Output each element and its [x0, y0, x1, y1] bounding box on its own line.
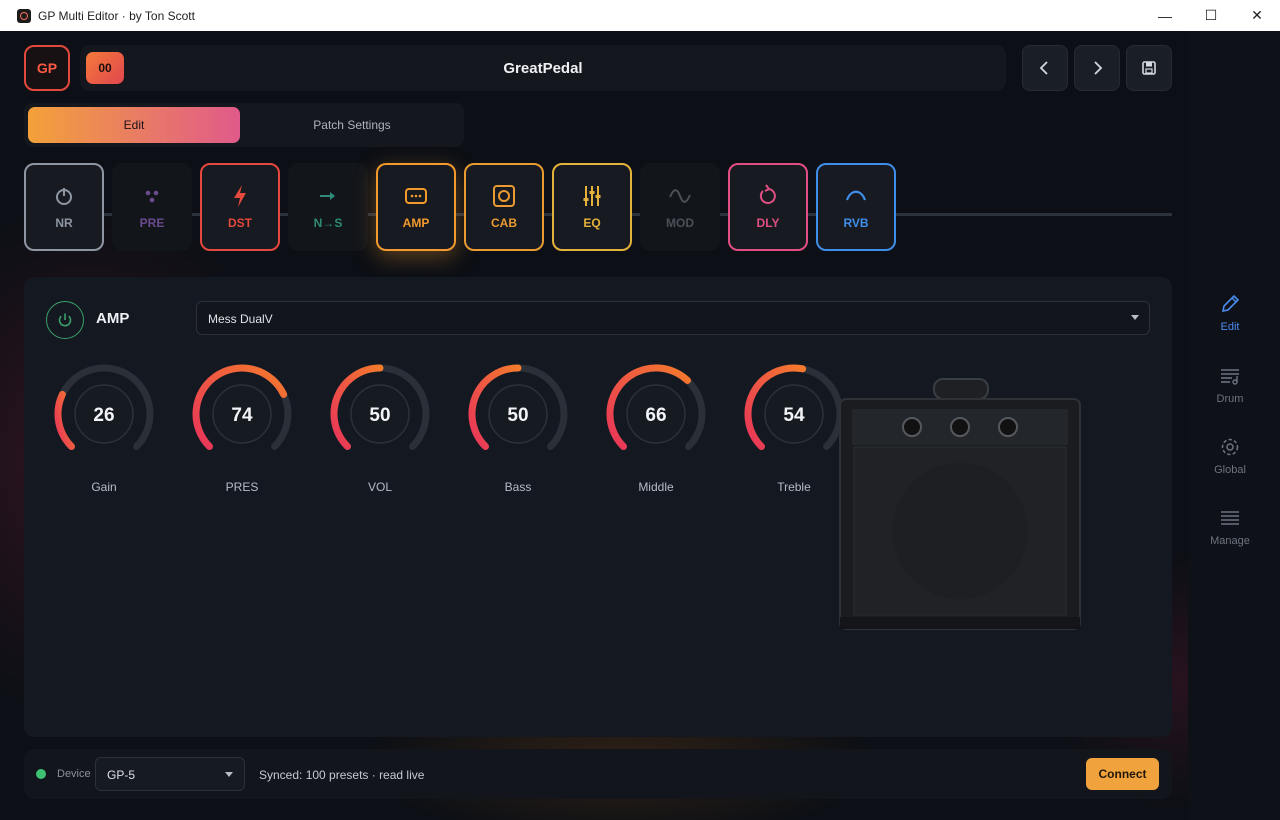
- pencil-icon: [1221, 294, 1240, 313]
- chain-block-label: PRE: [139, 216, 165, 230]
- chain-block-label: AMP: [402, 216, 430, 230]
- arc-icon: [844, 183, 868, 209]
- close-button[interactable]: ✕: [1234, 0, 1280, 31]
- window-titlebar: GP Multi Editor · by Ton Scott — ☐ ✕: [0, 0, 1280, 31]
- right-rail: Edit Drum Global Manage: [1188, 31, 1280, 820]
- chain-block-dst[interactable]: DST: [200, 163, 280, 251]
- rail-item-manage[interactable]: Manage: [1188, 507, 1272, 547]
- device-value: GP-5: [107, 768, 136, 782]
- tab-edit[interactable]: Edit: [28, 107, 240, 143]
- chain-block-eq[interactable]: EQ: [552, 163, 632, 251]
- chevron-down-icon: [1131, 315, 1139, 320]
- chevron-right-icon: [1094, 61, 1103, 75]
- rail-label-drum: Drum: [1216, 393, 1244, 405]
- next-preset-button[interactable]: [1074, 45, 1120, 91]
- knob-gain[interactable]: 26 Gain: [52, 364, 156, 494]
- module-title: AMP: [96, 310, 130, 327]
- maximize-button[interactable]: ☐: [1188, 0, 1234, 31]
- knob-vol[interactable]: 50 VOL: [328, 364, 432, 494]
- chain-block-amp[interactable]: AMP: [376, 163, 456, 251]
- power-button[interactable]: [46, 301, 84, 339]
- amp-image: [839, 378, 1081, 630]
- minimize-button[interactable]: —: [1142, 0, 1188, 31]
- status-dot: [36, 769, 46, 779]
- connect-button[interactable]: Connect: [1086, 758, 1159, 790]
- chain-block-label: DLY: [756, 216, 780, 230]
- speaker-icon: [492, 183, 516, 209]
- knob-label: Treble: [777, 480, 811, 494]
- knob-label: VOL: [367, 480, 392, 494]
- knob-label: Gain: [91, 480, 117, 494]
- preset-name: GreatPedal: [503, 60, 583, 77]
- knob-value: 66: [645, 405, 667, 426]
- chain-block-ns[interactable]: N→S: [288, 163, 368, 251]
- rail-item-global[interactable]: Global: [1188, 436, 1272, 476]
- chain-block-label: RVB: [843, 216, 869, 230]
- knob-label: Bass: [504, 480, 532, 494]
- knob-value: 54: [783, 405, 805, 426]
- chain-block-mod[interactable]: MOD: [640, 163, 720, 251]
- status-footer: Device GP-5 Synced: 100 presets · read l…: [24, 749, 1172, 799]
- nr-icon: [53, 183, 75, 209]
- knob-bass[interactable]: 50 Bass: [466, 364, 570, 494]
- chain-block-cab[interactable]: CAB: [464, 163, 544, 251]
- gear-icon: [1221, 438, 1239, 456]
- sliders-icon: [581, 183, 603, 209]
- chain-block-label: DST: [228, 216, 252, 230]
- knob-value: 50: [507, 405, 529, 426]
- chevron-down-icon: [225, 772, 233, 777]
- knob-pres[interactable]: 74 PRES: [190, 364, 294, 494]
- power-icon: [58, 313, 72, 327]
- drum-icon: [1221, 369, 1239, 385]
- mode-tabs: Edit Patch Settings: [24, 103, 464, 147]
- wave-icon: [668, 183, 692, 209]
- device-label: Device: [57, 768, 91, 780]
- save-icon: [1142, 61, 1156, 75]
- prev-preset-button[interactable]: [1022, 45, 1068, 91]
- knob-value: 74: [231, 405, 253, 426]
- tab-patch-settings[interactable]: Patch Settings: [244, 107, 460, 143]
- app-body: GP 00 GreatPedal Edit Patch Settings NR P…: [0, 31, 1280, 820]
- chain-block-label: MOD: [666, 216, 694, 230]
- knob-label: PRES: [225, 480, 259, 494]
- rail-item-drum[interactable]: Drum: [1188, 365, 1272, 405]
- knob-treble[interactable]: 54 Treble: [742, 364, 846, 494]
- knob-middle[interactable]: 66 Middle: [604, 364, 708, 494]
- pre-icon: [141, 183, 163, 209]
- amp-model-value: Mess DualV: [208, 312, 273, 326]
- rail-label-edit: Edit: [1220, 321, 1240, 333]
- amp-panel: AMP Mess DualV 26 Gain 74 PRES 50 VOL 50…: [24, 277, 1172, 737]
- chain-block-dly[interactable]: DLY: [728, 163, 808, 251]
- rail-label-manage: Manage: [1210, 535, 1250, 547]
- app-icon: [17, 8, 31, 23]
- arrow-icon: [317, 183, 339, 209]
- logo-button[interactable]: GP: [24, 45, 70, 91]
- device-select[interactable]: GP-5: [95, 757, 245, 791]
- window-title: GP Multi Editor · by Ton Scott: [38, 8, 195, 23]
- knob-value: 50: [369, 405, 391, 426]
- chain-block-label: N→S: [313, 216, 343, 230]
- bolt-icon: [229, 183, 251, 209]
- knob-value: 26: [93, 405, 115, 426]
- chain-block-label: EQ: [583, 216, 601, 230]
- chain-block-rvb[interactable]: RVB: [816, 163, 896, 251]
- preset-bar[interactable]: 00 GreatPedal: [80, 45, 1006, 91]
- list-icon: [1221, 511, 1239, 525]
- chain-block-pre[interactable]: PRE: [112, 163, 192, 251]
- rail-item-edit[interactable]: Edit: [1188, 293, 1272, 333]
- chain-block-nr[interactable]: NR: [24, 163, 104, 251]
- amp-model-select[interactable]: Mess DualV: [196, 301, 1150, 335]
- chain-block-label: CAB: [491, 216, 517, 230]
- sync-status: Synced: 100 presets · read live: [259, 768, 425, 782]
- loop-icon: [757, 183, 779, 209]
- rail-label-global: Global: [1214, 464, 1246, 476]
- amp-icon: [404, 183, 428, 209]
- chevron-left-icon: [1039, 61, 1048, 75]
- save-button[interactable]: [1126, 45, 1172, 91]
- chain-block-label: NR: [55, 216, 73, 230]
- knob-label: Middle: [638, 480, 674, 494]
